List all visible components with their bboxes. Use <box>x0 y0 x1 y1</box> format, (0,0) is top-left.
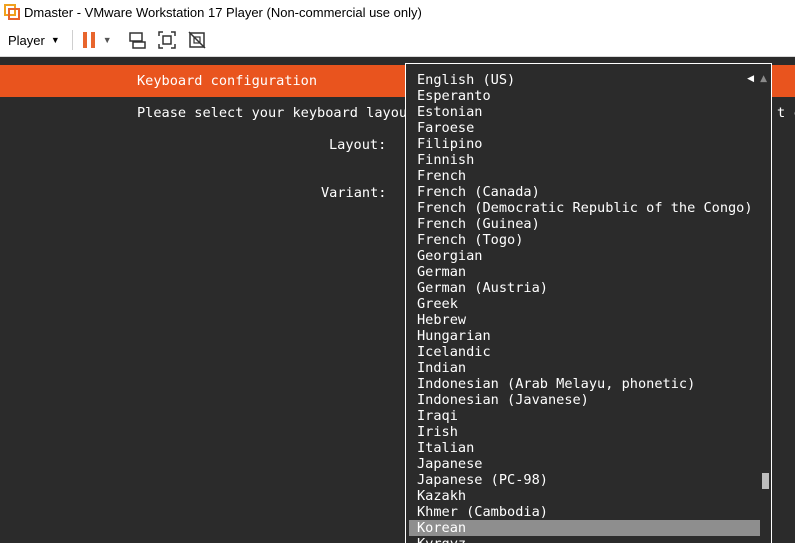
window-titlebar: Dmaster - VMware Workstation 17 Player (… <box>0 0 795 24</box>
vm-screen[interactable]: Keyboard configuration Please select you… <box>0 57 795 543</box>
variant-label: Variant: <box>321 185 387 201</box>
pause-icon[interactable] <box>82 32 95 48</box>
installer-intro-text: Please select your keyboard layou <box>137 105 408 121</box>
layout-option[interactable]: Hebrew <box>406 312 771 328</box>
layout-option[interactable]: English (US) <box>406 72 771 88</box>
layout-option[interactable]: Icelandic <box>406 344 771 360</box>
layout-option[interactable]: Iraqi <box>406 408 771 424</box>
layout-option[interactable]: Estonian <box>406 104 771 120</box>
layout-option[interactable]: Georgian <box>406 248 771 264</box>
layout-option[interactable]: Kazakh <box>406 488 771 504</box>
power-options-chevron-icon[interactable]: ▼ <box>103 35 112 45</box>
keyboard-layout-dropdown[interactable]: ◀ ▲ English (US) Esperanto Estonian Faroese F… <box>405 63 772 543</box>
layout-option[interactable]: Italian <box>406 440 771 456</box>
unity-icon[interactable] <box>186 29 208 51</box>
layout-option[interactable]: Irish <box>406 424 771 440</box>
layout-option[interactable]: Japanese <box>406 456 771 472</box>
layout-option-selected[interactable]: Korean <box>409 520 760 536</box>
layout-option[interactable]: French <box>406 168 771 184</box>
layout-option[interactable]: Indonesian (Javanese) <box>406 392 771 408</box>
layout-option[interactable]: Filipino <box>406 136 771 152</box>
layout-option[interactable]: Finnish <box>406 152 771 168</box>
layout-option[interactable]: Hungarian <box>406 328 771 344</box>
layout-option[interactable]: Greek <box>406 296 771 312</box>
toolbar-divider <box>71 30 73 50</box>
layout-option[interactable]: French (Togo) <box>406 232 771 248</box>
layout-option[interactable]: German (Austria) <box>406 280 771 296</box>
layout-option[interactable]: Indonesian (Arab Melayu, phonetic) <box>406 376 771 392</box>
chevron-down-icon: ▼ <box>50 35 60 45</box>
player-menu-label: Player <box>8 32 45 48</box>
layout-option[interactable]: French (Guinea) <box>406 216 771 232</box>
layout-option[interactable]: Kyrgyz <box>406 536 771 543</box>
layout-option[interactable]: German <box>406 264 771 280</box>
window-title: Dmaster - VMware Workstation 17 Player (… <box>24 4 422 20</box>
dropdown-scrollbar-thumb[interactable] <box>762 473 769 489</box>
layout-option[interactable]: French (Democratic Republic of the Congo… <box>406 200 771 216</box>
send-ctrl-alt-del-icon[interactable] <box>126 29 148 51</box>
layout-option[interactable]: Japanese (PC-98) <box>406 472 771 488</box>
installer-header-title: Keyboard configuration <box>137 73 318 89</box>
layout-option[interactable]: Khmer (Cambodia) <box>406 504 771 520</box>
layout-option[interactable]: Esperanto <box>406 88 771 104</box>
installer-intro-text-tail: t c <box>777 105 795 121</box>
vm-toolbar: Player ▼ ▼ <box>0 24 795 57</box>
vmware-icon <box>4 4 20 20</box>
player-menu[interactable]: Player ▼ <box>8 33 60 48</box>
layout-option[interactable]: Faroese <box>406 120 771 136</box>
fullscreen-icon[interactable] <box>156 29 178 51</box>
layout-option[interactable]: Indian <box>406 360 771 376</box>
layout-option[interactable]: French (Canada) <box>406 184 771 200</box>
layout-options-list: English (US) Esperanto Estonian Faroese Fili… <box>406 72 771 543</box>
layout-label: Layout: <box>329 137 387 153</box>
